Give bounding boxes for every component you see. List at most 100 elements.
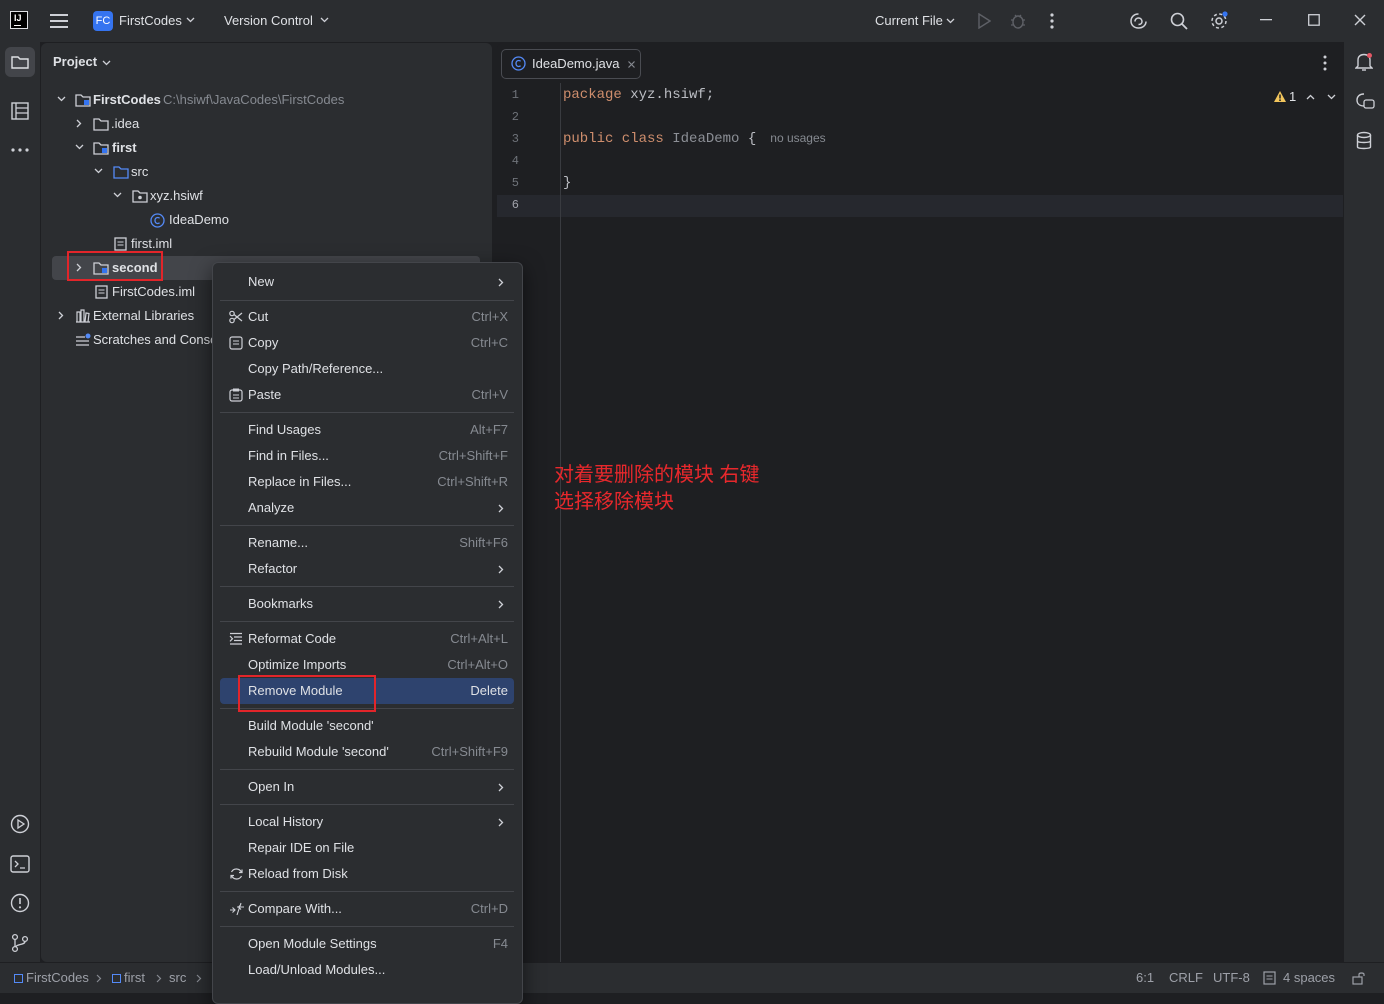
- code-line-3[interactable]: public class IdeaDemo {no usages: [563, 131, 826, 147]
- menu-item-rename[interactable]: Rename... Shift+F6: [220, 530, 514, 556]
- menu-item-open-in[interactable]: Open In: [220, 774, 514, 800]
- tree-label-package: xyz.hsiwf: [150, 188, 203, 203]
- code-line-1[interactable]: package xyz.hsiwf;: [563, 87, 714, 103]
- scissors-icon: [229, 310, 243, 324]
- usages-hint[interactable]: no usages: [770, 131, 825, 145]
- read-only-lock-icon[interactable]: [1352, 971, 1366, 985]
- chevron-right-icon[interactable]: [76, 119, 82, 128]
- minimize-icon[interactable]: [1260, 19, 1272, 21]
- menu-item-copy[interactable]: Copy Ctrl+C: [220, 330, 514, 356]
- chevron-down-icon[interactable]: [113, 192, 122, 198]
- next-highlight-icon[interactable]: [1327, 94, 1336, 100]
- menu-item-paste[interactable]: Paste Ctrl+V: [220, 382, 514, 408]
- previous-highlight-icon[interactable]: [1306, 94, 1315, 100]
- menu-item-local-history[interactable]: Local History: [220, 809, 514, 835]
- notifications-bell-icon[interactable]: [1355, 52, 1373, 72]
- tree-node-class[interactable]: IdeaDemo: [52, 208, 482, 232]
- debug-icon[interactable]: [1010, 12, 1026, 30]
- annotation-line-1: 对着要删除的模块 右键: [554, 464, 760, 486]
- line-number: 3: [511, 132, 519, 146]
- breadcrumb-src[interactable]: src: [169, 963, 186, 993]
- menu-item-refactor[interactable]: Refactor: [220, 556, 514, 582]
- project-tool-button[interactable]: [5, 47, 35, 77]
- tree-node-root[interactable]: FirstCodes C:\hsiwf\JavaCodes\FirstCodes: [52, 88, 482, 112]
- breadcrumb-module[interactable]: first: [124, 963, 145, 993]
- settings-gear-icon[interactable]: [1209, 11, 1229, 31]
- tree-node-first[interactable]: first: [52, 136, 482, 160]
- menu-item-reformat-code[interactable]: Reformat Code Ctrl+Alt+L: [220, 626, 514, 652]
- more-actions-icon[interactable]: [1050, 13, 1054, 29]
- main-menu-icon[interactable]: [50, 13, 68, 29]
- chevron-down-icon: [102, 60, 111, 66]
- menu-separator: [220, 621, 514, 622]
- services-icon[interactable]: [10, 814, 30, 834]
- caret-position[interactable]: 6:1: [1136, 963, 1154, 993]
- menu-item-build-module[interactable]: Build Module 'second': [220, 713, 514, 739]
- iml-file-icon: [114, 237, 127, 251]
- folder-icon: [11, 55, 29, 69]
- menu-item-analyze[interactable]: Analyze: [220, 495, 514, 521]
- database-icon[interactable]: [1356, 131, 1372, 151]
- tree-node-package[interactable]: xyz.hsiwf: [52, 184, 482, 208]
- git-icon[interactable]: [11, 933, 29, 953]
- keyword-package: package: [563, 87, 622, 103]
- indent-setting[interactable]: 4 spaces: [1283, 963, 1335, 993]
- menu-item-find-usages[interactable]: Find Usages Alt+F7: [220, 417, 514, 443]
- menu-item-compare-with[interactable]: Compare With... Ctrl+D: [220, 896, 514, 922]
- close-icon[interactable]: [1354, 14, 1366, 26]
- copy-icon: [229, 336, 243, 350]
- tab-options-icon[interactable]: [1323, 55, 1327, 71]
- project-switcher[interactable]: FirstCodes: [119, 0, 182, 42]
- maximize-icon[interactable]: [1308, 14, 1320, 26]
- menu-item-open-module-settings[interactable]: Open Module Settings F4: [220, 931, 514, 957]
- submenu-arrow-icon: [498, 504, 504, 513]
- menu-item-bookmarks[interactable]: Bookmarks: [220, 591, 514, 617]
- menu-separator: [220, 804, 514, 805]
- chevron-down-icon[interactable]: [75, 144, 84, 150]
- problems-icon[interactable]: [10, 893, 30, 913]
- code-line-5[interactable]: }: [563, 175, 571, 191]
- line-separator[interactable]: CRLF: [1169, 963, 1203, 993]
- run-icon[interactable]: [977, 13, 991, 29]
- vcs-menu[interactable]: Version Control: [224, 0, 313, 42]
- editor-tab-ideademo[interactable]: IdeaDemo.java: [501, 49, 641, 79]
- chevron-down-icon[interactable]: [94, 168, 103, 174]
- chevron-right-icon[interactable]: [58, 311, 64, 320]
- menu-separator: [220, 300, 514, 301]
- tree-node-src[interactable]: src: [52, 160, 482, 184]
- tree-node-idea[interactable]: .idea: [52, 112, 482, 136]
- tab-close-icon[interactable]: [628, 61, 635, 68]
- warning-triangle-icon[interactable]: [1273, 90, 1287, 103]
- menu-item-rebuild-module[interactable]: Rebuild Module 'second' Ctrl+Shift+F9: [220, 739, 514, 765]
- menu-item-cut[interactable]: Cut Ctrl+X: [220, 304, 514, 330]
- menu-item-repair-ide[interactable]: Repair IDE on File: [220, 835, 514, 861]
- project-panel-title[interactable]: Project: [53, 52, 97, 72]
- menu-item-copy-path[interactable]: Copy Path/Reference...: [220, 356, 514, 382]
- ai-assistant-icon[interactable]: [1129, 12, 1148, 30]
- menu-item-new[interactable]: New: [220, 269, 514, 295]
- warning-count: 1: [1289, 89, 1297, 104]
- menu-item-load-unload-modules[interactable]: Load/Unload Modules...: [220, 957, 514, 983]
- annotation-highlight-second: [67, 251, 163, 281]
- more-tools-icon[interactable]: [11, 148, 29, 152]
- terminal-icon[interactable]: [10, 855, 30, 873]
- tree-node-scratches[interactable]: Scratches and Conso: [52, 328, 212, 352]
- search-icon[interactable]: [1170, 12, 1188, 30]
- source-folder-icon: [113, 165, 129, 179]
- left-tool-strip: [0, 42, 40, 962]
- java-class-icon: [511, 56, 526, 71]
- menu-item-reload-from-disk[interactable]: Reload from Disk: [220, 861, 514, 887]
- module-icon: [14, 974, 23, 983]
- run-config-selector[interactable]: Current File: [875, 0, 943, 42]
- chevron-right-icon: [96, 974, 102, 983]
- structure-icon[interactable]: [11, 102, 29, 120]
- breadcrumb-project[interactable]: FirstCodes: [26, 963, 89, 993]
- indent-icon: [1263, 971, 1276, 985]
- chevron-down-icon[interactable]: [57, 96, 66, 102]
- file-encoding[interactable]: UTF-8: [1213, 963, 1250, 993]
- menu-item-replace-in-files[interactable]: Replace in Files... Ctrl+Shift+R: [220, 469, 514, 495]
- tree-label-root: FirstCodes: [93, 92, 161, 107]
- intellij-logo-icon[interactable]: IJ: [10, 11, 28, 29]
- menu-item-find-in-files[interactable]: Find in Files... Ctrl+Shift+F: [220, 443, 514, 469]
- ai-chat-icon[interactable]: [1355, 92, 1375, 110]
